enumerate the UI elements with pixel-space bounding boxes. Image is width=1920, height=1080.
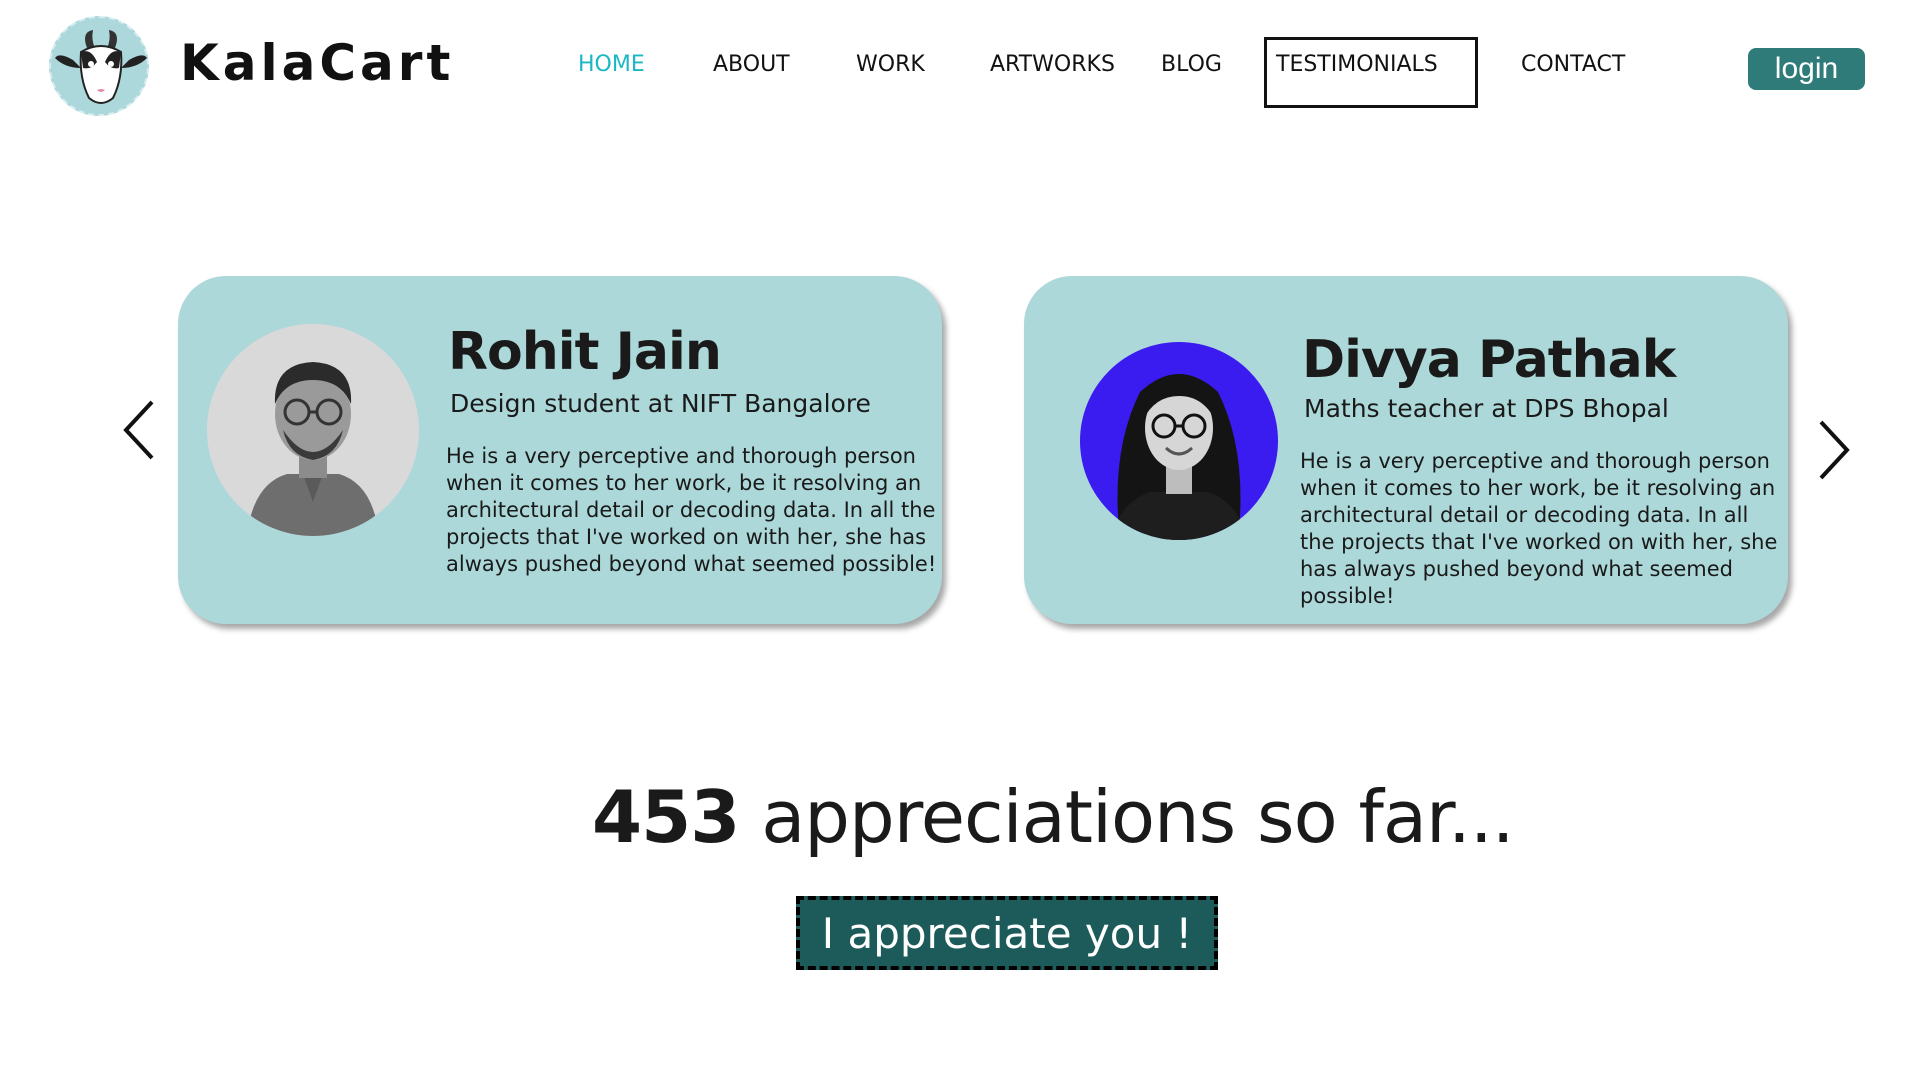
testimonial-name: Divya Pathak (1302, 330, 1676, 390)
brand-name[interactable]: KalaCart (180, 34, 454, 92)
nav-home[interactable]: HOME (578, 52, 645, 77)
goat-logo-icon[interactable] (49, 16, 149, 116)
nav-about[interactable]: ABOUT (713, 52, 790, 77)
nav-artworks[interactable]: ARTWORKS (990, 52, 1115, 77)
testimonial-name: Rohit Jain (448, 322, 722, 382)
nav-contact[interactable]: CONTACT (1521, 52, 1625, 77)
avatar (207, 324, 419, 536)
appreciation-count: 453 (592, 775, 740, 859)
nav-work[interactable]: WORK (856, 52, 925, 77)
testimonial-text: He is a very perceptive and thorough per… (1300, 449, 1778, 608)
testimonial-text: He is a very perceptive and thorough per… (446, 444, 937, 576)
testimonial-role: Maths teacher at DPS Bhopal (1304, 394, 1669, 423)
chevron-left-icon[interactable] (120, 398, 160, 462)
nav-testimonials[interactable]: TESTIMONIALS (1276, 52, 1438, 77)
nav-blog[interactable]: BLOG (1161, 52, 1222, 77)
appreciate-button[interactable]: I appreciate you ! (796, 896, 1218, 970)
login-button[interactable]: login (1748, 48, 1865, 90)
testimonial-card: Rohit Jain Design student at NIFT Bangal… (178, 276, 942, 624)
appreciation-counter: 453 appreciations so far... (592, 775, 1515, 859)
appreciation-suffix: appreciations so far... (761, 775, 1514, 859)
testimonials-page: KalaCart HOME ABOUT WORK ARTWORKS BLOG T… (0, 0, 1920, 1080)
testimonial-role: Design student at NIFT Bangalore (450, 389, 871, 418)
avatar (1080, 342, 1278, 540)
chevron-right-icon[interactable] (1813, 418, 1853, 482)
testimonial-card: Divya Pathak Maths teacher at DPS Bhopal… (1024, 276, 1788, 624)
